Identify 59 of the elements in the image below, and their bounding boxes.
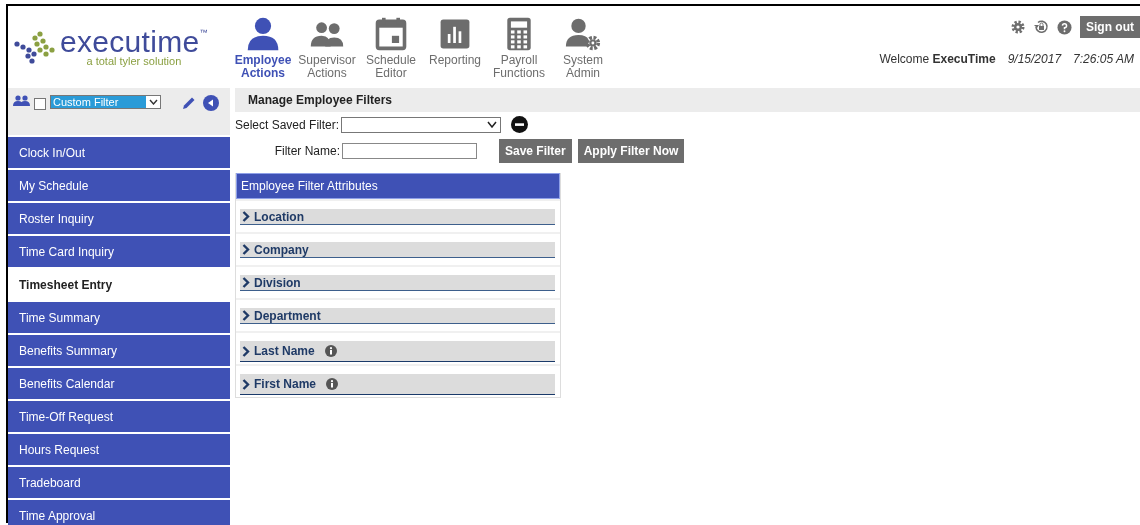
- sidebar-item[interactable]: Roster Inquiry: [8, 201, 230, 234]
- filter-checkbox[interactable]: [34, 98, 46, 110]
- saved-filter-label: Select Saved Filter:: [235, 117, 340, 132]
- people-icon: [13, 95, 30, 107]
- logo-tagline: a total tyler solution: [86, 55, 182, 67]
- nav-tab[interactable]: Employee Actions: [234, 16, 292, 88]
- caret-icon: [148, 99, 158, 105]
- attribute-expander[interactable]: Company: [240, 242, 555, 258]
- chevron-icon: [242, 277, 250, 288]
- caret-icon: [487, 121, 498, 128]
- chevron-icon: [242, 310, 250, 321]
- sign-out-button[interactable]: Sign out: [1080, 16, 1140, 38]
- chevron-icon: [242, 211, 250, 222]
- sidebar-item[interactable]: Clock In/Out: [8, 135, 230, 168]
- attribute-expander[interactable]: Department: [240, 308, 555, 324]
- sidebar-item[interactable]: Tradeboard: [8, 465, 230, 498]
- sidebar-item[interactable]: My Schedule: [8, 168, 230, 201]
- edit-icon[interactable]: [181, 95, 197, 111]
- welcome-text: Welcome ExecuTime: [879, 52, 996, 66]
- sidebar-item[interactable]: Benefits Calendar: [8, 366, 230, 399]
- attribute-expander[interactable]: First Name: [240, 374, 555, 395]
- nav-tab[interactable]: Supervisor Actions: [298, 16, 356, 88]
- calendar-icon: [373, 16, 409, 52]
- nav-tab[interactable]: System Admin: [554, 16, 612, 88]
- attributes-header: Employee Filter Attributes: [236, 173, 560, 199]
- logo-name: executime™: [60, 27, 208, 57]
- sidebar-item[interactable]: Time-Off Request: [8, 399, 230, 432]
- filter-name-label: Filter Name:: [273, 144, 341, 158]
- chevron-icon: [242, 244, 250, 255]
- saved-filter-dropdown[interactable]: [341, 116, 502, 133]
- attribute-expander[interactable]: Last Name: [240, 341, 555, 362]
- dots-logo-icon: [14, 30, 56, 64]
- sidebar-item[interactable]: Time Summary: [8, 300, 230, 333]
- time-text: 7:26:05 AM: [1073, 52, 1134, 66]
- sidebar-item[interactable]: Time Card Inquiry: [8, 234, 230, 267]
- settings-icon[interactable]: [1011, 20, 1025, 34]
- info-icon[interactable]: [326, 378, 339, 390]
- person-icon: [245, 16, 281, 52]
- chevron-icon: [242, 378, 250, 390]
- admin-icon: [565, 16, 601, 52]
- sidebar-item[interactable]: Hours Request: [8, 432, 230, 465]
- remove-icon[interactable]: [511, 116, 529, 133]
- filter-button[interactable]: Apply Filter Now: [577, 139, 685, 163]
- chevron-icon: [242, 345, 250, 357]
- help-icon[interactable]: [1057, 19, 1072, 35]
- page-title: Manage Employee Filters: [235, 88, 1140, 112]
- history-lock-icon[interactable]: [1033, 19, 1049, 35]
- date-text: 9/15/2017: [1007, 52, 1062, 66]
- attribute-expander[interactable]: Location: [240, 209, 555, 225]
- nav-tab[interactable]: Reporting: [426, 16, 484, 88]
- nav-tab[interactable]: Payroll Functions: [490, 16, 548, 88]
- filter-button[interactable]: Save Filter: [499, 139, 572, 163]
- filter-name-field[interactable]: [342, 143, 477, 159]
- attribute-expander[interactable]: Division: [240, 275, 555, 291]
- sidebar-item[interactable]: Time Approval: [8, 498, 230, 525]
- nav-tab[interactable]: Schedule Editor: [362, 16, 420, 88]
- sidebar-item[interactable]: Benefits Summary: [8, 333, 230, 366]
- collapse-icon[interactable]: [203, 95, 219, 111]
- info-icon[interactable]: [324, 345, 337, 357]
